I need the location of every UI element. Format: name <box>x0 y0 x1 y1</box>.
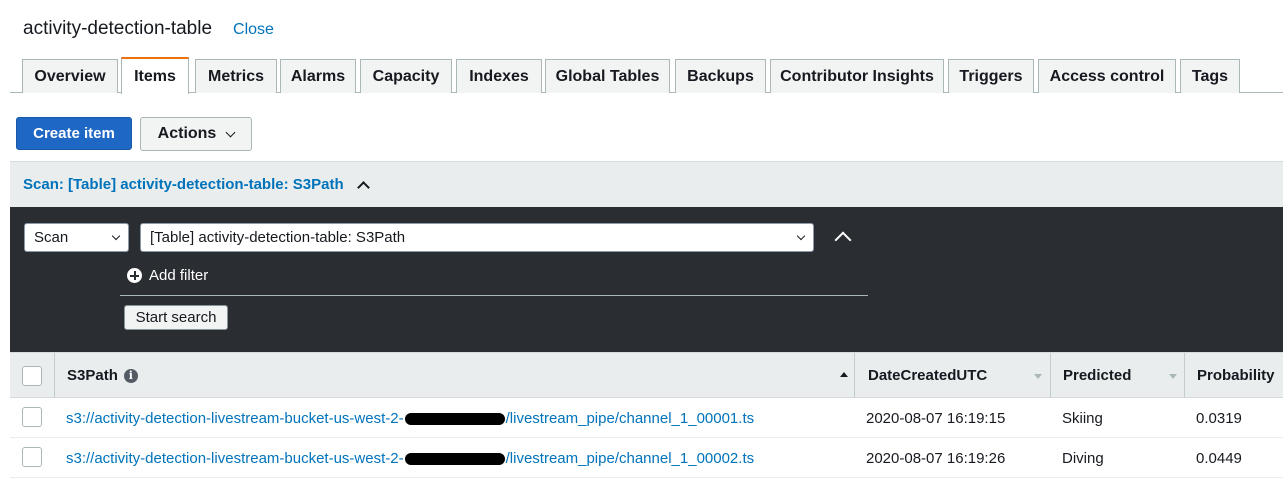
column-header-date[interactable]: DateCreatedUTC <box>868 353 987 398</box>
create-item-label: Create item <box>33 125 115 142</box>
tab-bar: Overview Items Metrics Alarms Capacity I… <box>10 57 1283 94</box>
scan-mode-value: Scan <box>34 229 69 246</box>
scan-header[interactable]: Scan: [Table] activity-detection-table: … <box>10 161 1283 207</box>
tab-access-control[interactable]: Access control <box>1038 59 1176 93</box>
table-row[interactable]: s3://activity-detection-livestream-bucke… <box>10 398 1283 438</box>
add-filter-button[interactable]: Add filter <box>127 267 208 284</box>
tab-contributor-insights[interactable]: Contributor Insights <box>770 59 944 93</box>
scan-panel: Scan [Table] activity-detection-table: S… <box>10 207 1283 352</box>
chevron-down-icon <box>225 127 236 137</box>
actions-button[interactable]: Actions <box>140 117 252 151</box>
plus-circle-icon <box>127 268 142 283</box>
actions-label: Actions <box>157 125 217 142</box>
tab-global-tables[interactable]: Global Tables <box>545 59 670 93</box>
row-checkbox[interactable] <box>22 407 42 427</box>
tab-overview[interactable]: Overview <box>22 59 118 93</box>
select-all-checkbox[interactable] <box>22 366 42 386</box>
tab-indexes[interactable]: Indexes <box>456 59 542 93</box>
s3path-suffix: /livestream_pipe/channel_1_00001.ts <box>505 409 755 427</box>
table-header: S3Path i DateCreatedUTC Predicted Probab… <box>10 352 1283 398</box>
s3path-link[interactable]: s3://activity-detection-livestream-bucke… <box>66 410 754 427</box>
column-header-predicted[interactable]: Predicted <box>1063 353 1131 398</box>
select-caret-icon <box>111 231 121 241</box>
date-cell: 2020-08-07 16:19:26 <box>866 449 1006 467</box>
scan-target-select[interactable]: [Table] activity-detection-table: S3Path <box>140 223 814 252</box>
scan-header-label: Scan: [Table] activity-detection-table: … <box>23 176 344 193</box>
column-divider <box>1184 353 1185 398</box>
s3path-prefix: s3://activity-detection-livestream-bucke… <box>66 409 404 427</box>
column-header-probability[interactable]: Probability <box>1197 353 1275 398</box>
sort-icon[interactable] <box>1034 374 1042 379</box>
probability-cell: 0.0449 <box>1196 449 1242 467</box>
filter-divider <box>120 295 868 296</box>
table-title: activity-detection-table <box>23 18 213 39</box>
probability-cell: 0.0319 <box>1196 409 1242 427</box>
column-divider <box>54 353 55 398</box>
column-header-s3path[interactable]: S3Path i <box>67 353 138 398</box>
row-checkbox[interactable] <box>22 447 42 467</box>
tab-tags[interactable]: Tags <box>1180 59 1240 93</box>
date-cell: 2020-08-07 16:19:15 <box>866 409 1006 427</box>
select-caret-icon <box>796 231 806 241</box>
tab-metrics[interactable]: Metrics <box>195 59 277 93</box>
scan-mode-select[interactable]: Scan <box>24 223 129 252</box>
items-table: S3Path i DateCreatedUTC Predicted Probab… <box>10 352 1283 479</box>
table-row[interactable]: s3://activity-detection-livestream-bucke… <box>10 438 1283 478</box>
s3path-cell: s3://activity-detection-livestream-bucke… <box>66 398 754 438</box>
chevron-up-icon <box>356 180 370 194</box>
title-bar: activity-detection-table Close <box>23 18 274 40</box>
start-search-button[interactable]: Start search <box>124 305 228 330</box>
close-link[interactable]: Close <box>233 21 274 39</box>
s3path-cell: s3://activity-detection-livestream-bucke… <box>66 438 754 478</box>
create-item-button[interactable]: Create item <box>16 117 132 150</box>
tab-capacity[interactable]: Capacity <box>360 59 452 93</box>
s3path-prefix: s3://activity-detection-livestream-bucke… <box>66 449 404 467</box>
collapse-chevron-icon[interactable] <box>834 231 852 249</box>
predicted-cell: Diving <box>1062 449 1104 467</box>
redaction <box>404 452 505 465</box>
info-icon[interactable]: i <box>123 368 138 383</box>
add-filter-label: Add filter <box>149 267 209 284</box>
scan-target-value: [Table] activity-detection-table: S3Path <box>150 229 406 246</box>
s3path-link[interactable]: s3://activity-detection-livestream-bucke… <box>66 450 754 467</box>
sort-ascending-icon[interactable] <box>840 372 848 377</box>
predicted-cell: Skiing <box>1062 409 1103 427</box>
start-search-label: Start search <box>135 309 217 326</box>
tab-items[interactable]: Items <box>121 57 189 94</box>
tab-backups[interactable]: Backups <box>675 59 766 93</box>
tab-alarms[interactable]: Alarms <box>280 59 356 93</box>
tab-triggers[interactable]: Triggers <box>948 59 1034 93</box>
redaction <box>404 412 505 425</box>
column-divider <box>854 353 855 398</box>
s3path-suffix: /livestream_pipe/channel_1_00002.ts <box>505 449 755 467</box>
column-divider <box>1050 353 1051 398</box>
column-header-label: S3Path <box>67 367 118 384</box>
sort-icon[interactable] <box>1169 374 1177 379</box>
